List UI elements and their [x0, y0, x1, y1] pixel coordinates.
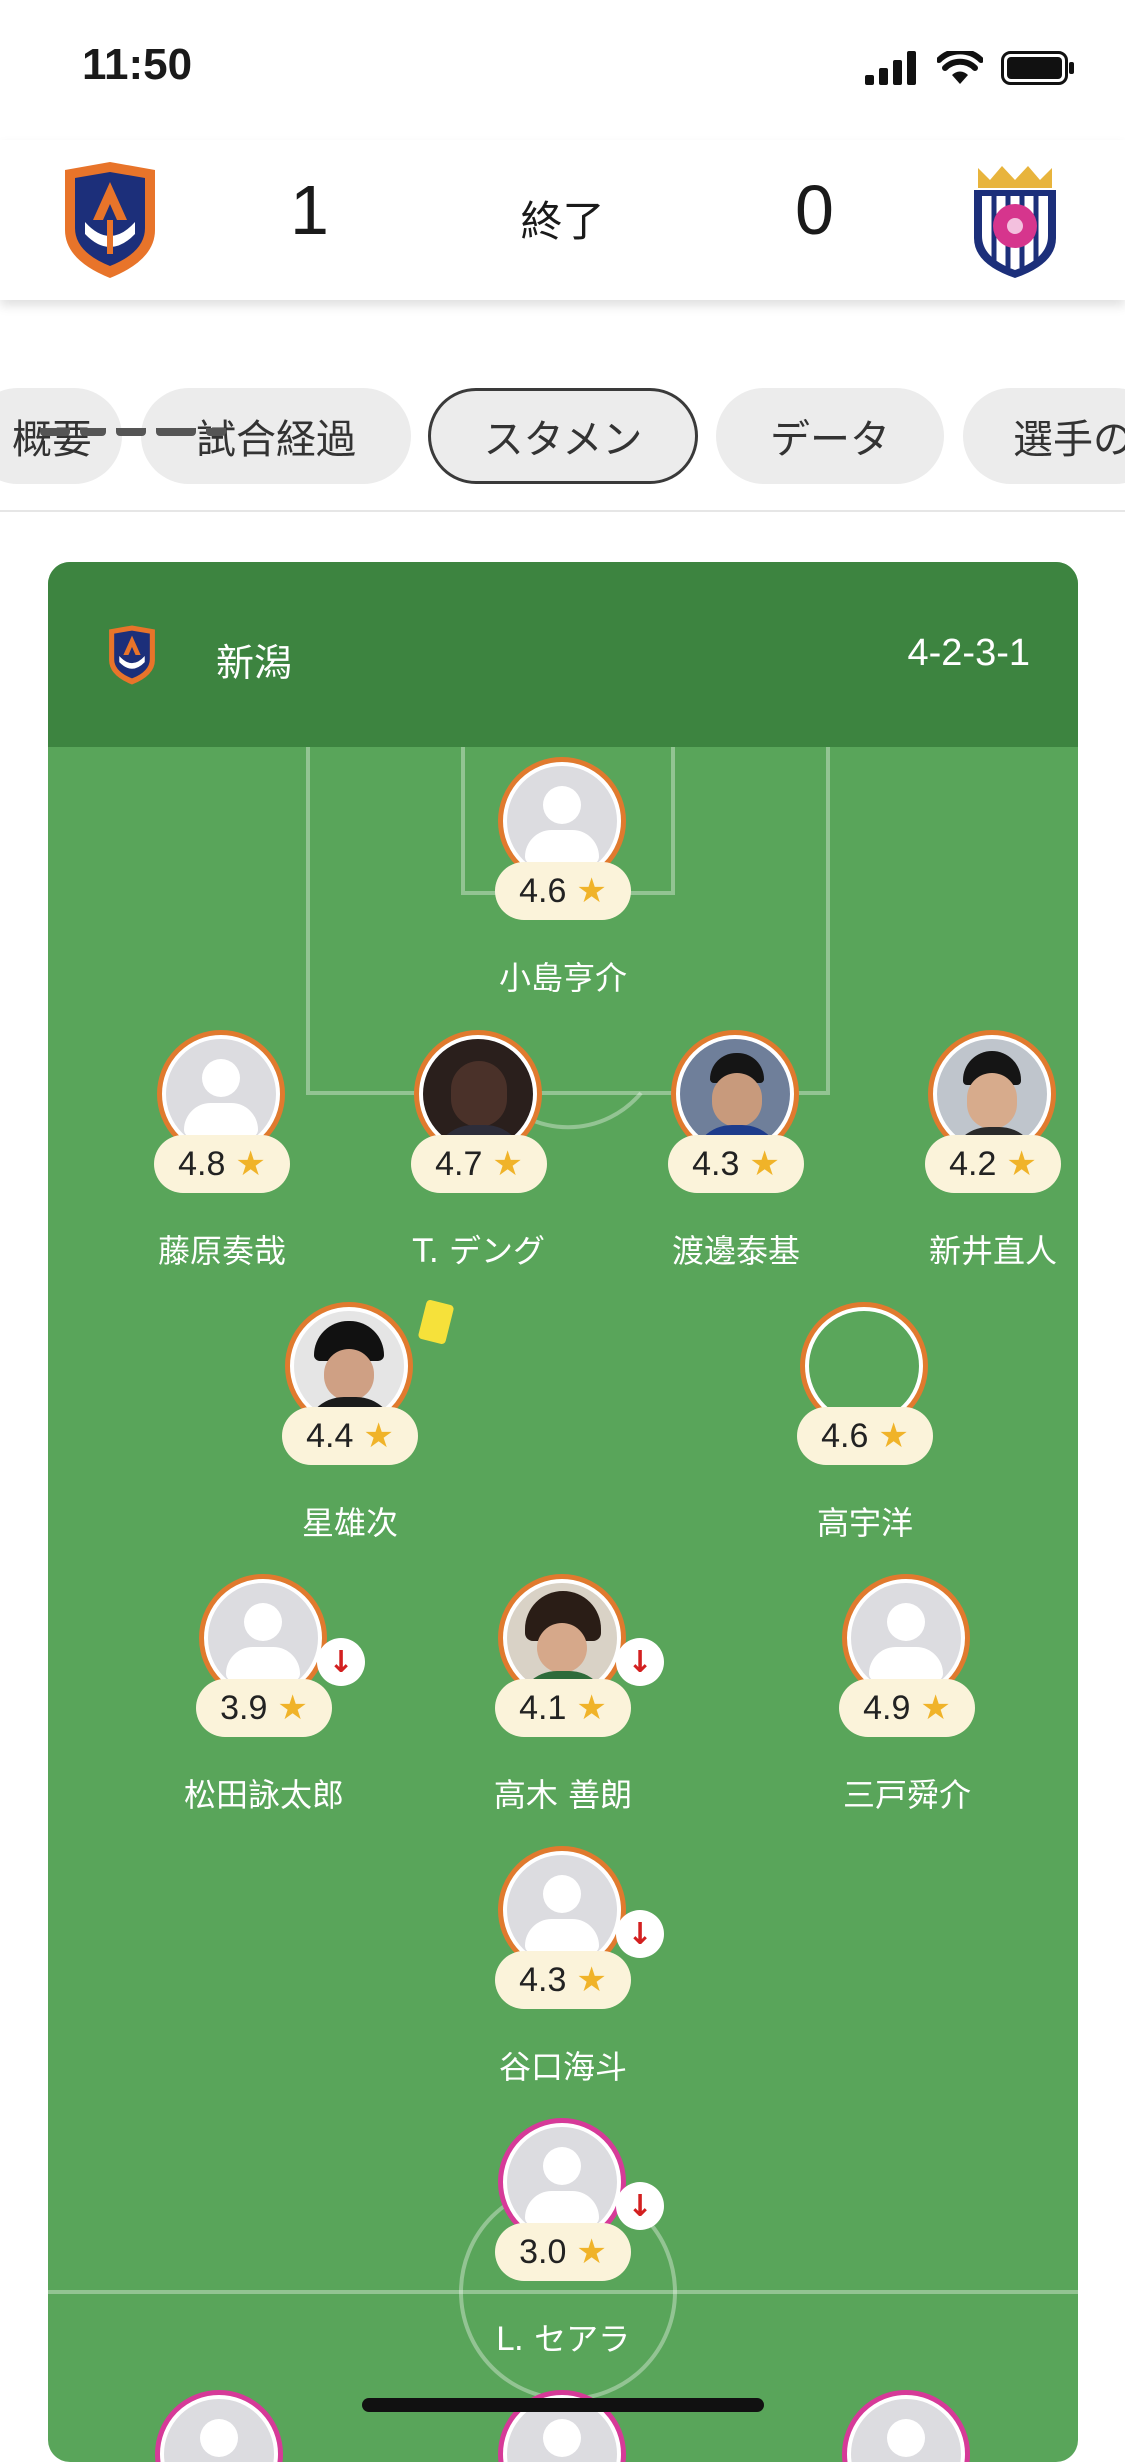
avatar-placeholder-icon: [208, 1583, 318, 1693]
team-name: 新潟: [216, 641, 293, 685]
player-name: L. セアラ: [495, 2320, 631, 2358]
avatar-placeholder-icon: [851, 2399, 961, 2462]
player-photo: [680, 1039, 790, 1149]
battery-icon: [1001, 51, 1074, 85]
player-rating: 4.6 ★: [797, 1407, 933, 1465]
status-icons: [865, 48, 1075, 88]
cellular-signal-icon: [865, 51, 916, 85]
player-rating: 3.0 ★: [495, 2223, 631, 2281]
status-bar: 11:50: [0, 0, 1125, 140]
home-indicator[interactable]: [362, 2398, 764, 2412]
star-icon: ★: [235, 1145, 266, 1183]
tabs-divider: [0, 510, 1125, 512]
star-icon: ★: [277, 1689, 308, 1727]
star-icon: ★: [576, 2233, 607, 2271]
substitution-out-icon: ↓: [616, 1910, 664, 1958]
formation: 4-2-3-1: [907, 632, 1031, 674]
wifi-icon: [937, 51, 983, 84]
player-name: T. デング: [412, 1232, 546, 1270]
player-photo: [507, 1583, 617, 1693]
player-name: 三戸舜介: [842, 1776, 971, 1814]
player-name: 星雄次: [301, 1504, 398, 1542]
rating-value: 4.3: [692, 1144, 740, 1183]
substitution-out-icon: ↓: [317, 1638, 365, 1686]
away-score: 0: [795, 171, 834, 249]
player-rating: 4.9 ★: [839, 1679, 975, 1737]
match-status: 終了: [520, 197, 605, 246]
player-name: 新井直人: [928, 1232, 1057, 1270]
star-icon: ★: [576, 872, 607, 910]
clipped-scorer-text: [40, 428, 300, 442]
player-rating: 4.1 ★: [495, 1679, 631, 1737]
rating-value: 4.6: [519, 871, 567, 910]
avatar-placeholder-icon: [166, 1039, 276, 1149]
tab-player-ratings[interactable]: 選手の: [963, 388, 1125, 484]
tab-data[interactable]: データ: [716, 388, 944, 484]
player-name: 渡邊泰基: [671, 1232, 800, 1270]
star-icon: ★: [492, 1145, 523, 1183]
substitution-out-icon: ↓: [616, 2182, 664, 2230]
rating-value: 4.9: [863, 1688, 911, 1727]
rating-value: 4.4: [306, 1416, 354, 1455]
player-name: 藤原奏哉: [157, 1232, 286, 1270]
avatar-placeholder-icon: [164, 2399, 274, 2462]
rating-value: 4.1: [519, 1688, 567, 1727]
player-photo: [294, 1311, 404, 1421]
player-rating: 4.6 ★: [495, 862, 631, 920]
star-icon: ★: [576, 1689, 607, 1727]
player-name: 高木 善朗: [493, 1776, 633, 1814]
rating-value: 4.2: [949, 1144, 997, 1183]
rating-value: 4.8: [178, 1144, 226, 1183]
avatar-placeholder-icon: [851, 1583, 961, 1693]
player-rating: 4.3 ★: [668, 1135, 804, 1193]
player-rating: 4.3 ★: [495, 1951, 631, 2009]
rating-value: 3.0: [519, 2232, 567, 2271]
player-photo: [937, 1039, 1047, 1149]
pitch-header: 新潟 4-2-3-1: [48, 562, 1078, 747]
rating-value: 4.3: [519, 1960, 567, 1999]
away-team-logo-icon[interactable]: [960, 160, 1070, 280]
lineup-pitch: 新潟 4-2-3-1 4.6 ★ 小島亨介 4.8 ★ 藤原奏哉 4.7 ★ T…: [48, 562, 1078, 2462]
star-icon: ★: [920, 1689, 951, 1727]
star-icon: ★: [749, 1145, 780, 1183]
substitution-out-icon: ↓: [616, 1638, 664, 1686]
player-name: 松田詠太郎: [183, 1776, 344, 1814]
player-name: 谷口海斗: [498, 2048, 627, 2086]
rating-value: 4.6: [821, 1416, 869, 1455]
status-time: 11:50: [82, 40, 193, 89]
avatar-placeholder-icon: [507, 766, 617, 876]
team-logo-icon: [109, 625, 155, 685]
rating-value: 4.7: [435, 1144, 483, 1183]
star-icon: ★: [1006, 1145, 1037, 1183]
star-icon: ★: [878, 1417, 909, 1455]
avatar-placeholder-icon: [507, 2127, 617, 2237]
player-rating: 4.2 ★: [925, 1135, 1061, 1193]
tab-lineup[interactable]: スタメン: [428, 388, 698, 484]
player-name: 高宇洋: [816, 1504, 913, 1542]
rating-value: 3.9: [220, 1688, 268, 1727]
player-rating: 3.9 ★: [196, 1679, 332, 1737]
star-icon: ★: [576, 1961, 607, 1999]
score-header: 1 終了 0: [0, 140, 1125, 436]
player-name: 小島亨介: [498, 959, 627, 997]
player-rating: 4.8 ★: [154, 1135, 290, 1193]
player-rating: 4.4 ★: [282, 1407, 418, 1465]
player-rating: 4.7 ★: [411, 1135, 547, 1193]
avatar-placeholder-icon: [507, 1855, 617, 1965]
star-icon: ★: [363, 1417, 394, 1455]
player-photo: [423, 1039, 533, 1149]
player-photo: [809, 1311, 919, 1421]
